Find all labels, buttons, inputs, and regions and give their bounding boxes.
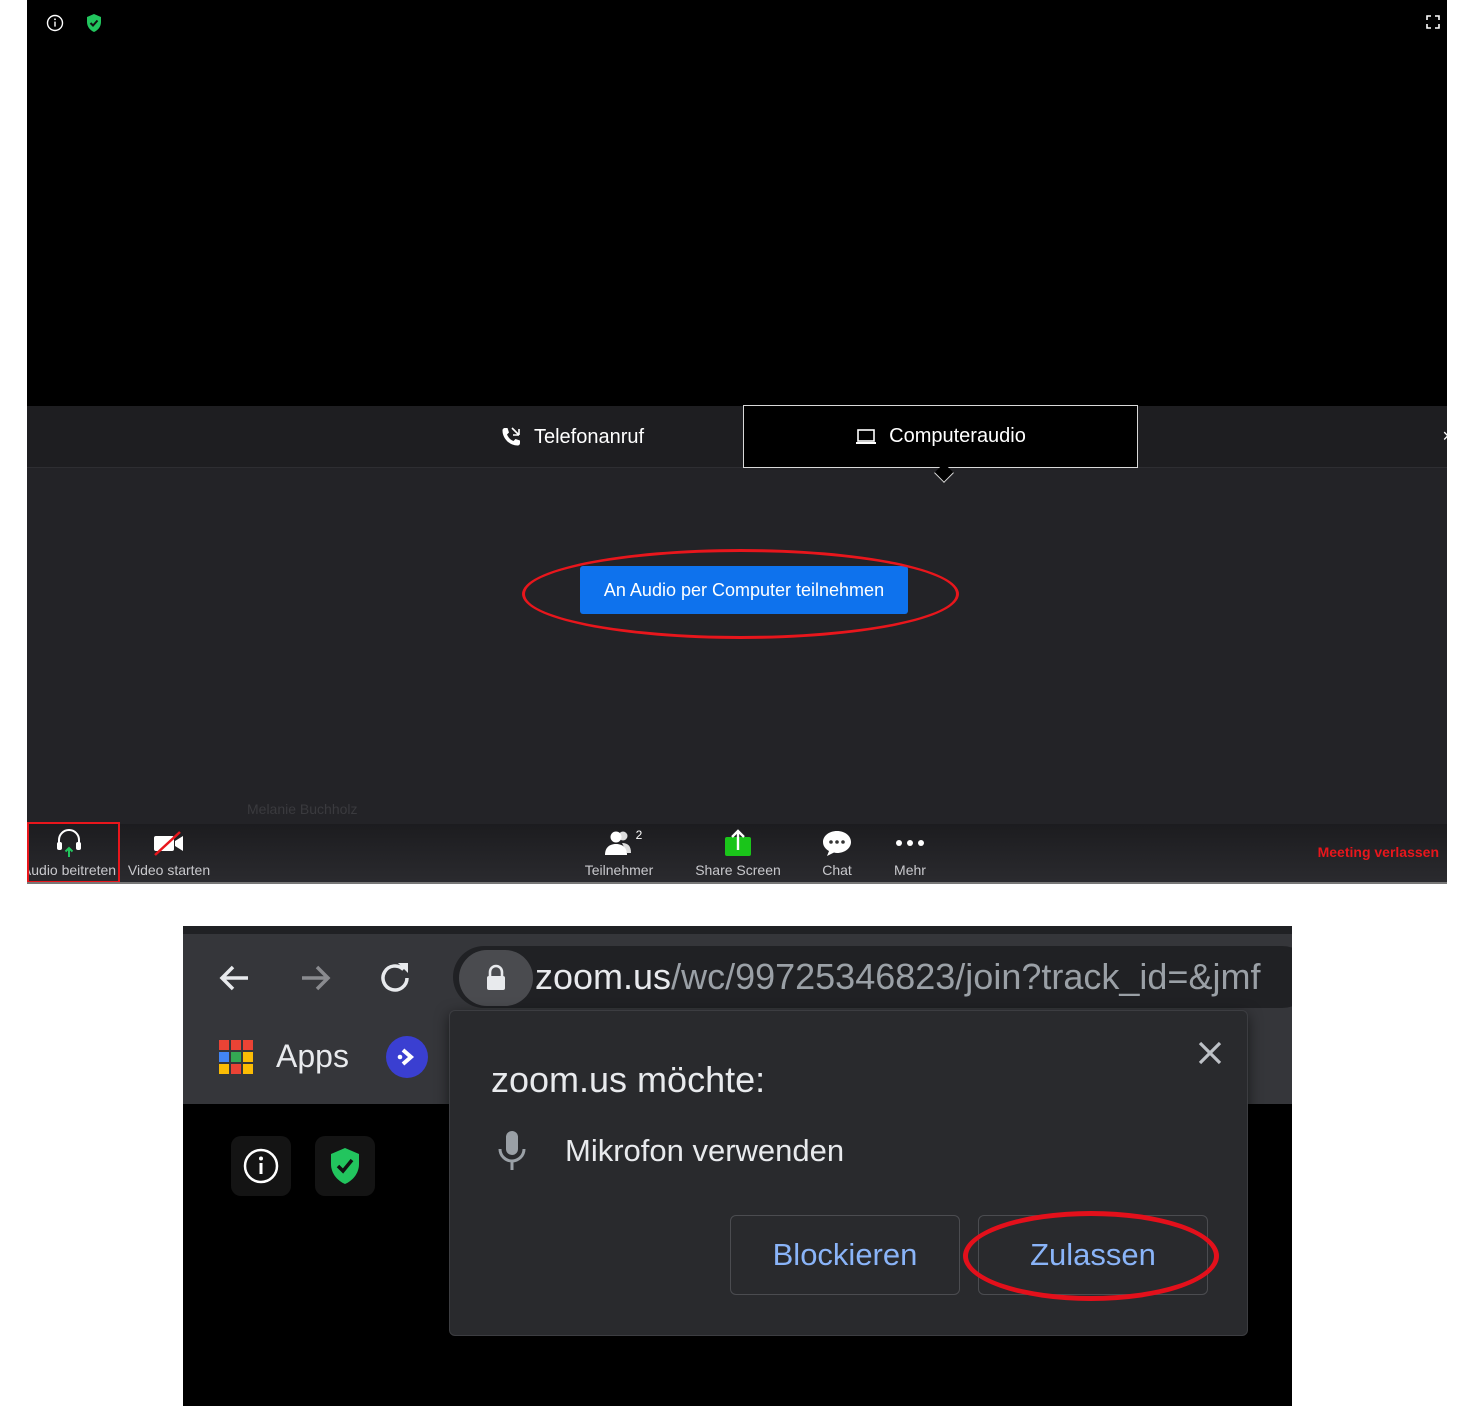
address-bar[interactable]: zoom.us/wc/99725346823/join?track_id=&jm… [453, 946, 1292, 1008]
share-screen-label: Share Screen [695, 862, 781, 878]
info-icon[interactable] [45, 13, 65, 33]
close-icon[interactable] [1192, 1035, 1228, 1071]
more-icon [894, 828, 926, 858]
start-video-button[interactable]: Video starten [123, 824, 215, 882]
toolbar-divider [27, 882, 1447, 884]
permission-request-text: Mikrofon verwenden [565, 1133, 845, 1168]
url-path: /wc/99725346823/join?track_id=&jmf [671, 956, 1261, 997]
tab-computer-audio[interactable]: Computeraudio [743, 405, 1138, 468]
lock-icon[interactable] [459, 950, 533, 1006]
join-audio-toolbar-label: Audio beitreten [27, 862, 117, 878]
info-icon[interactable] [231, 1136, 291, 1196]
join-audio-dialog: Telefonanruf Computeraudio × An Audio pe… [27, 405, 1447, 824]
chat-button[interactable]: Chat [807, 824, 867, 882]
more-button[interactable]: Mehr [882, 824, 938, 882]
share-screen-button[interactable]: Share Screen [693, 824, 783, 882]
permission-title: zoom.us möchte: [491, 1059, 766, 1100]
participant-name-label: Melanie Buchholz [247, 801, 358, 817]
leave-meeting-button[interactable]: Meeting verlassen [1318, 844, 1439, 860]
microphone-icon [497, 1129, 527, 1173]
meeting-toolbar: Audio beitreten Video starten 2 Teilnehm… [27, 822, 1447, 883]
participants-button[interactable]: 2 Teilnehmer [579, 824, 659, 882]
tab-computer-label: Computeraudio [889, 425, 1026, 447]
shield-check-icon[interactable] [83, 12, 105, 34]
start-video-label: Video starten [127, 862, 211, 878]
tab-phone-label: Telefonanruf [533, 425, 645, 448]
video-off-icon [152, 828, 186, 858]
apps-grid-icon[interactable] [219, 1040, 253, 1074]
headphones-icon [55, 828, 83, 858]
fullscreen-icon[interactable] [1425, 14, 1441, 30]
allow-button[interactable]: Zulassen [978, 1215, 1208, 1295]
extension-icon[interactable] [386, 1036, 428, 1078]
participants-label: Teilnehmer [584, 862, 654, 878]
chat-icon [821, 828, 853, 858]
back-arrow-icon[interactable] [213, 956, 257, 1000]
url-text: zoom.us/wc/99725346823/join?track_id=&jm… [535, 956, 1260, 998]
tab-phone-call[interactable]: Telefonanruf [407, 406, 737, 468]
permission-prompt: zoom.us möchte: Mikrofon verwenden Block… [449, 1010, 1248, 1336]
dialog-close-button[interactable]: × [1442, 426, 1447, 447]
tab-strip-edge [183, 926, 1292, 934]
chat-label: Chat [822, 862, 852, 878]
laptop-icon [855, 428, 877, 446]
phone-icon [500, 426, 522, 448]
block-button[interactable]: Blockieren [730, 1215, 960, 1295]
zoom-meeting-window: Telefonanruf Computeraudio × An Audio pe… [27, 0, 1447, 884]
share-screen-icon [723, 828, 753, 858]
audio-tabs-bar: Telefonanruf Computeraudio × [27, 405, 1447, 468]
reload-icon[interactable] [373, 956, 417, 1000]
more-label: Mehr [894, 862, 926, 878]
participants-count-badge: 2 [635, 828, 643, 842]
url-host: zoom.us [535, 956, 672, 997]
shield-check-icon[interactable] [315, 1136, 375, 1196]
join-audio-toolbar-button[interactable]: Audio beitreten [27, 824, 119, 882]
join-computer-audio-button[interactable]: An Audio per Computer teilnehmen [580, 566, 908, 614]
apps-bookmark-label[interactable]: Apps [276, 1038, 349, 1075]
chrome-browser-window: zoom.us/wc/99725346823/join?track_id=&jm… [183, 926, 1292, 1406]
forward-arrow-icon[interactable] [293, 956, 337, 1000]
participants-icon: 2 [596, 828, 643, 858]
